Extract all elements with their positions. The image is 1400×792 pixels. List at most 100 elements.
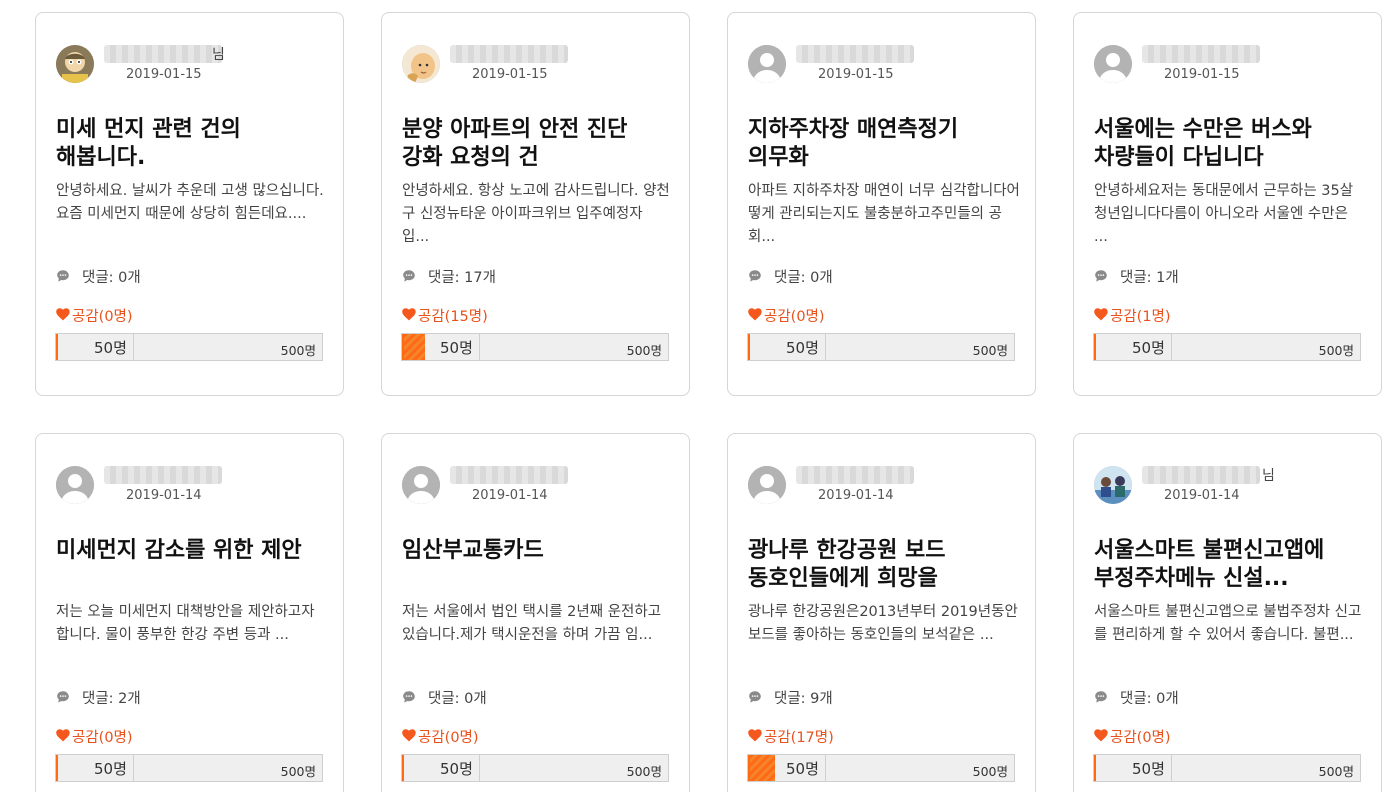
heart-icon [1094, 729, 1108, 742]
comment-count-label: 댓글: 2개 [82, 691, 141, 707]
post-title[interactable]: 미세 먼지 관련 건의 해봅니다. [56, 116, 328, 172]
max-goal-label: 500명 [280, 343, 316, 358]
post-date: 2019-01-14 [1164, 488, 1240, 503]
post-excerpt: 저는 오늘 미세먼지 대책방안을 제안하고자 합니다. 물이 풍부한 한강 주변… [56, 604, 315, 643]
speech-bubble-icon [1095, 691, 1107, 703]
petition-card[interactable]: 님 2019-01-14 서울스마트 불편신고앱에 부정주차메뉴 신설... 서… [1073, 433, 1382, 792]
first-goal-label: 50명 [440, 339, 473, 357]
default-user-avatar [748, 466, 786, 504]
author-info: 님 2019-01-14 [1094, 466, 1364, 504]
author-info: 2019-01-15 [402, 45, 672, 83]
post-title[interactable]: 지하주차장 매연측정기 의무화 [748, 116, 1020, 172]
heart-icon [402, 308, 416, 321]
speech-bubble-icon [403, 691, 415, 703]
author-info: 2019-01-14 [748, 466, 1018, 504]
default-user-avatar [748, 45, 786, 83]
speech-bubble-icon [1095, 270, 1107, 282]
post-date: 2019-01-15 [1164, 67, 1240, 82]
support-progress-bar: 50명 500명 [401, 754, 669, 782]
support-progress-bar: 50명 500명 [747, 754, 1015, 782]
heart-icon [1094, 308, 1108, 321]
first-goal-label: 50명 [1132, 339, 1165, 357]
author-name-blurred [104, 45, 222, 63]
post-excerpt: 안녕하세요. 항상 노고에 감사드립니다. 양천구 신정뉴타운 아이파크위브 입… [402, 183, 670, 245]
author-name-blurred [450, 45, 568, 63]
speech-bubble-icon [403, 270, 415, 282]
support-progress-bar: 50명 500명 [1093, 333, 1361, 361]
post-date: 2019-01-14 [818, 488, 894, 503]
default-user-avatar [402, 466, 440, 504]
likes-label: 공감(0명) [764, 309, 825, 325]
petition-card-grid: 님 2019-01-15 미세 먼지 관련 건의 해봅니다. 안녕하세요. 날씨… [0, 0, 1400, 792]
petition-card[interactable]: 2019-01-14 미세먼지 감소를 위한 제안 저는 오늘 미세먼지 대책방… [35, 433, 344, 792]
likes-label: 공감(0명) [72, 309, 133, 325]
max-goal-label: 500명 [972, 343, 1008, 358]
first-goal-label: 50명 [94, 760, 127, 778]
comment-count-label: 댓글: 0개 [428, 691, 487, 707]
max-goal-label: 500명 [972, 764, 1008, 779]
max-goal-label: 500명 [1318, 764, 1354, 779]
support-progress-bar: 50명 500명 [747, 333, 1015, 361]
first-goal-label: 50명 [786, 339, 819, 357]
default-user-avatar [1094, 45, 1132, 83]
post-date: 2019-01-14 [126, 488, 202, 503]
comment-count-label: 댓글: 17개 [428, 270, 496, 286]
post-excerpt: 서울스마트 불편신고앱으로 불법주정차 신고를 편리하게 할 수 있어서 좋습니… [1094, 604, 1362, 643]
petition-card[interactable]: 2019-01-14 광나루 한강공원 보드 동호인들에게 희망을 광나루 한강… [727, 433, 1036, 792]
petition-card[interactable]: 2019-01-15 분양 아파트의 안전 진단 강화 요청의 건 안녕하세요.… [381, 12, 690, 396]
likes-label: 공감(0명) [1110, 730, 1171, 746]
author-suffix: 님 [1262, 468, 1275, 484]
comment-count-label: 댓글: 0개 [774, 270, 833, 286]
author-name-blurred [1142, 466, 1260, 484]
post-title[interactable]: 광나루 한강공원 보드 동호인들에게 희망을 [748, 537, 1020, 593]
post-excerpt: 안녕하세요. 날씨가 추운데 고생 많으십니다.요즘 미세먼지 때문에 상당히 … [56, 183, 324, 222]
support-progress-bar: 50명 500명 [55, 754, 323, 782]
first-goal-label: 50명 [786, 760, 819, 778]
likes-label: 공감(1명) [1110, 309, 1171, 325]
group-photo-avatar [1094, 466, 1132, 504]
post-title[interactable]: 서울스마트 불편신고앱에 부정주차메뉴 신설... [1094, 537, 1366, 593]
author-suffix: 님 [212, 47, 225, 63]
post-title[interactable]: 임산부교통카드 [402, 537, 674, 565]
post-excerpt: 광나루 한강공원은2013년부터 2019년동안 보드를 좋아하는 동호인들의 … [748, 604, 1018, 643]
cartoon-character-avatar [56, 45, 94, 83]
first-goal-label: 50명 [440, 760, 473, 778]
max-goal-label: 500명 [626, 343, 662, 358]
post-date: 2019-01-15 [472, 67, 548, 82]
heart-icon [748, 308, 762, 321]
author-info: 2019-01-14 [56, 466, 326, 504]
post-title[interactable]: 분양 아파트의 안전 진단 강화 요청의 건 [402, 116, 674, 172]
speech-bubble-icon [57, 270, 69, 282]
likes-label: 공감(0명) [72, 730, 133, 746]
petition-card[interactable]: 2019-01-14 임산부교통카드 저는 서울에서 법인 택시를 2년째 운전… [381, 433, 690, 792]
author-info: 2019-01-15 [748, 45, 1018, 83]
support-progress-bar: 50명 500명 [401, 333, 669, 361]
heart-icon [56, 729, 70, 742]
likes-label: 공감(15명) [418, 309, 488, 325]
max-goal-label: 500명 [280, 764, 316, 779]
post-excerpt: 저는 서울에서 법인 택시를 2년째 운전하고 있습니다.제가 택시운전을 하며… [402, 604, 662, 643]
post-date: 2019-01-14 [472, 488, 548, 503]
post-date: 2019-01-15 [126, 67, 202, 82]
author-name-blurred [796, 45, 914, 63]
post-title[interactable]: 서울에는 수만은 버스와 차량들이 다닙니다 [1094, 116, 1366, 172]
author-name-blurred [1142, 45, 1260, 63]
petition-card[interactable]: 님 2019-01-15 미세 먼지 관련 건의 해봅니다. 안녕하세요. 날씨… [35, 12, 344, 396]
max-goal-label: 500명 [626, 764, 662, 779]
author-name-blurred [796, 466, 914, 484]
author-info: 2019-01-14 [402, 466, 672, 504]
comment-count-label: 댓글: 9개 [774, 691, 833, 707]
baby-photo-avatar [402, 45, 440, 83]
first-goal-label: 50명 [1132, 760, 1165, 778]
author-info: 2019-01-15 [1094, 45, 1364, 83]
post-title[interactable]: 미세먼지 감소를 위한 제안 [56, 537, 328, 565]
comment-count-label: 댓글: 0개 [1120, 691, 1179, 707]
support-progress-bar: 50명 500명 [1093, 754, 1361, 782]
petition-card[interactable]: 2019-01-15 서울에는 수만은 버스와 차량들이 다닙니다 안녕하세요저… [1073, 12, 1382, 396]
comment-count-label: 댓글: 1개 [1120, 270, 1179, 286]
max-goal-label: 500명 [1318, 343, 1354, 358]
petition-card[interactable]: 2019-01-15 지하주차장 매연측정기 의무화 아파트 지하주차장 매연이… [727, 12, 1036, 396]
speech-bubble-icon [57, 691, 69, 703]
heart-icon [748, 729, 762, 742]
likes-label: 공감(0명) [418, 730, 479, 746]
